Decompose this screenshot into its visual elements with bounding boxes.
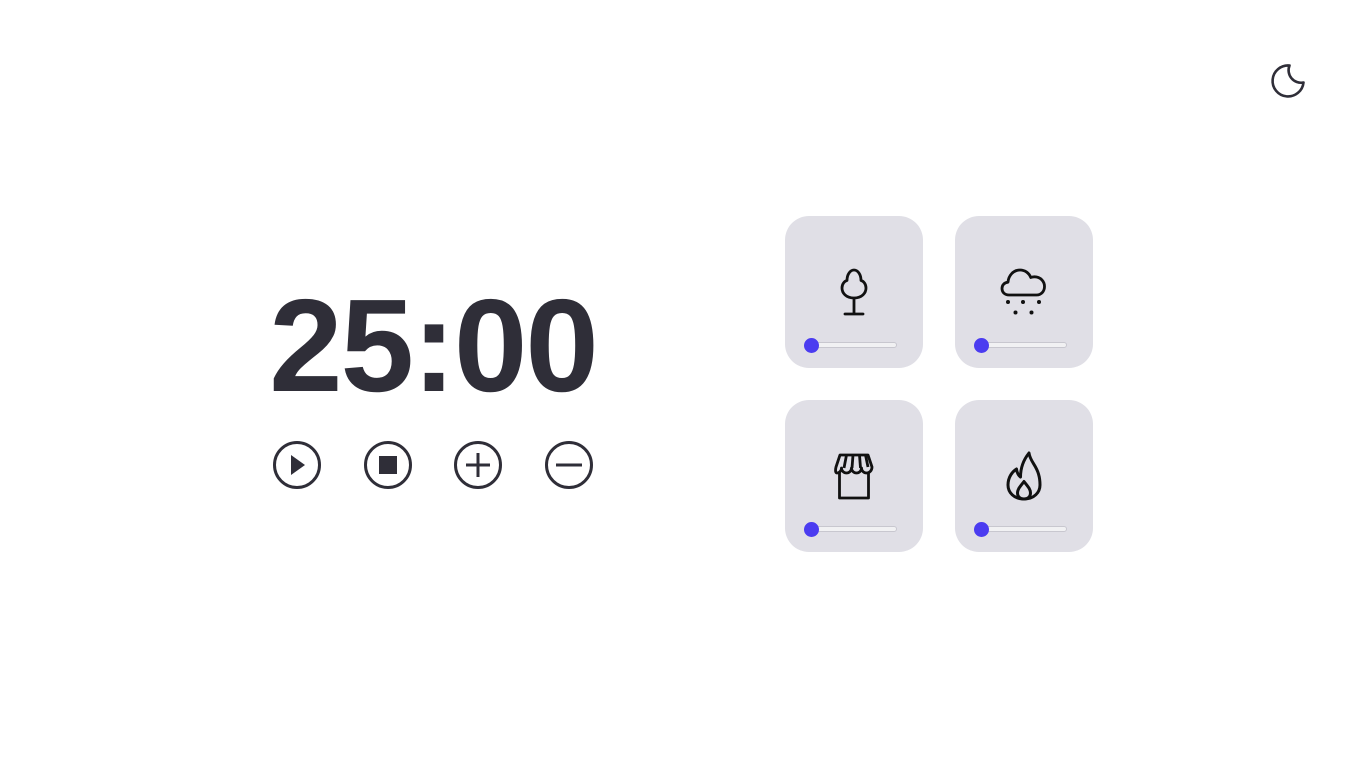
- volume-slider-thumb[interactable]: [804, 338, 819, 353]
- volume-slider[interactable]: [974, 338, 1067, 353]
- play-button[interactable]: [272, 440, 322, 490]
- moon-icon: [1271, 64, 1305, 98]
- sound-card-coffee-shop[interactable]: [785, 400, 923, 552]
- decrease-button[interactable]: [544, 440, 594, 490]
- stop-icon: [363, 441, 412, 489]
- timer-controls: [272, 440, 594, 490]
- plus-icon: [454, 441, 503, 489]
- volume-slider[interactable]: [804, 338, 897, 353]
- tree-icon: [824, 260, 884, 322]
- flame-icon: [994, 444, 1054, 506]
- volume-slider-thumb[interactable]: [804, 522, 819, 537]
- volume-slider-thumb[interactable]: [974, 338, 989, 353]
- timer-display: 25:00: [269, 272, 599, 419]
- increase-button[interactable]: [453, 440, 503, 490]
- minus-icon: [544, 441, 593, 489]
- play-icon: [273, 441, 321, 489]
- volume-slider-thumb[interactable]: [974, 522, 989, 537]
- theme-toggle-button[interactable]: [1266, 59, 1310, 103]
- sound-card-rain[interactable]: [955, 216, 1093, 368]
- sound-card-forest[interactable]: [785, 216, 923, 368]
- stop-button[interactable]: [363, 440, 413, 490]
- rain-cloud-icon: [994, 260, 1054, 322]
- sound-grid: [785, 216, 1093, 552]
- pomodoro-page: 25:00: [0, 0, 1366, 768]
- volume-slider[interactable]: [804, 522, 897, 537]
- timer-section: 25:00: [262, 272, 604, 489]
- sound-card-fireplace[interactable]: [955, 400, 1093, 552]
- volume-slider[interactable]: [974, 522, 1067, 537]
- storefront-icon: [824, 444, 884, 506]
